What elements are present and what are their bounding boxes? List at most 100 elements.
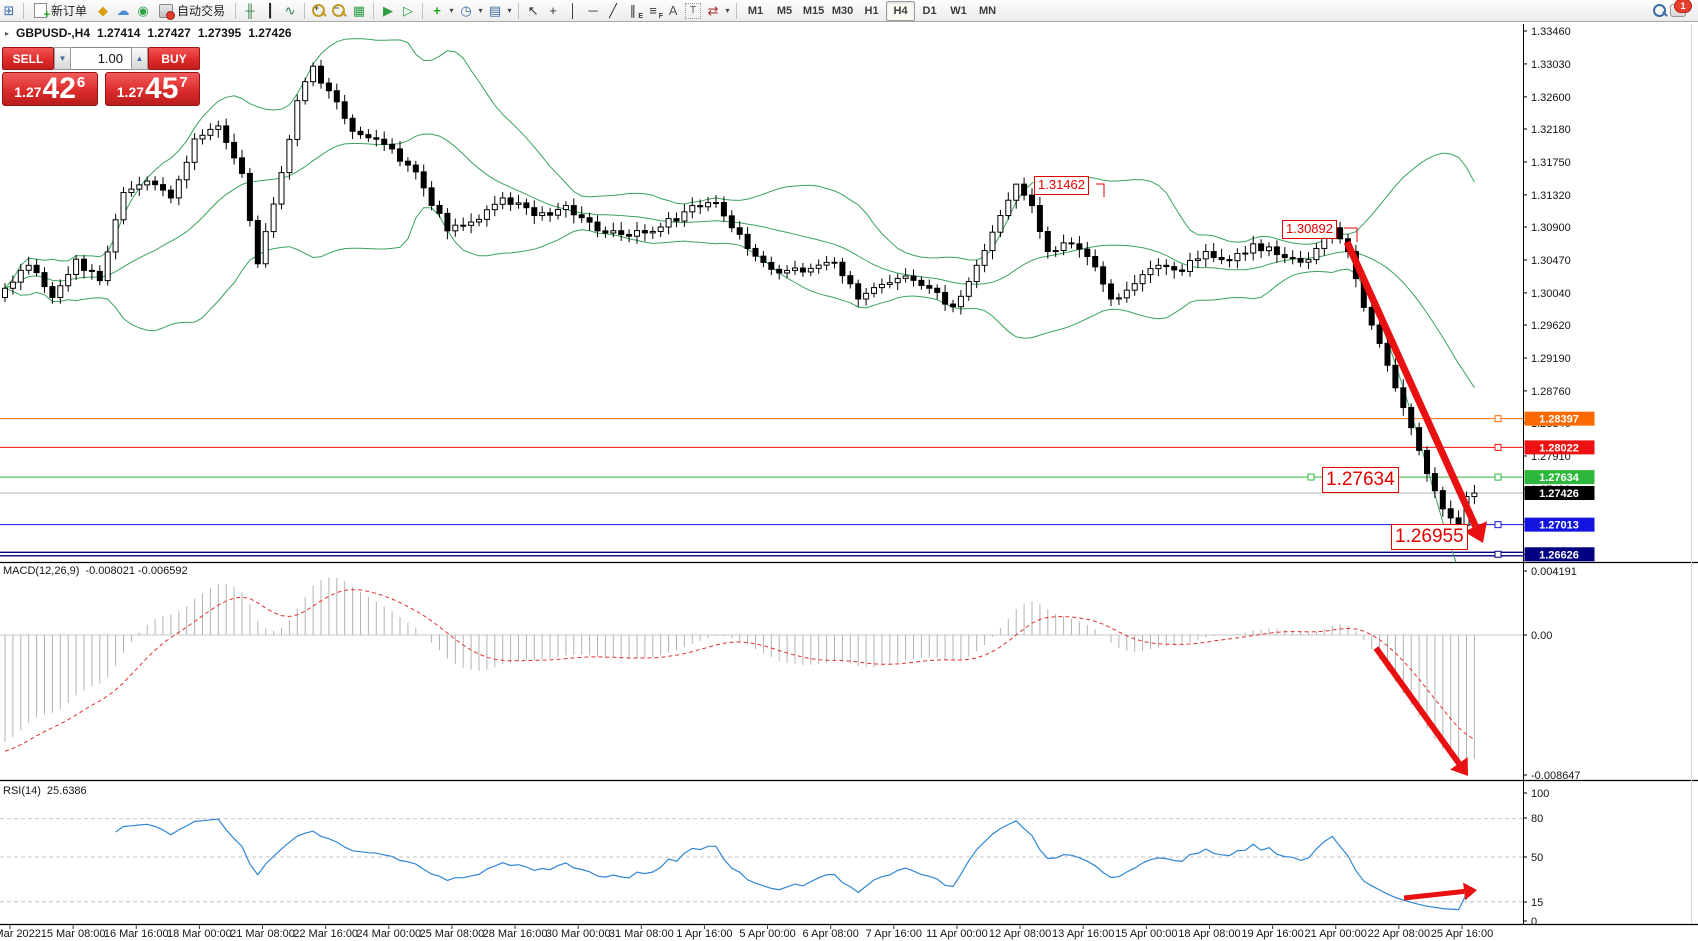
- equidistant-channel-icon[interactable]: ∥E: [623, 1, 643, 20]
- candle-chart-icon[interactable]: ┃: [260, 1, 280, 20]
- buy-price-prefix: 1.27: [117, 84, 144, 100]
- svg-text:19 Apr 16:00: 19 Apr 16:00: [1241, 928, 1303, 940]
- rsi-name: RSI(14): [3, 785, 41, 797]
- fibonacci-icon[interactable]: ≡F: [643, 1, 663, 20]
- timeframe-m30[interactable]: M30: [828, 1, 857, 21]
- vertical-line-icon[interactable]: │: [563, 1, 583, 20]
- dropdown-caret-icon[interactable]: ▾: [476, 6, 485, 15]
- toolbar-separator: [422, 3, 423, 19]
- sell-price-big: 42: [43, 75, 76, 102]
- new-order-button[interactable]: +新订单: [28, 1, 93, 20]
- price-tag: 1.27634: [1525, 470, 1595, 484]
- rsi-trend-arrow[interactable]: [1404, 883, 1477, 901]
- dropdown-caret-icon[interactable]: ▾: [723, 6, 732, 15]
- trendline-icon[interactable]: ╱: [603, 1, 623, 20]
- zoom-in-icon[interactable]: +: [309, 1, 329, 20]
- autoscroll-icon[interactable]: ▶: [378, 1, 398, 20]
- autotrade-button[interactable]: 自动交易: [153, 1, 231, 20]
- sell-button[interactable]: SELL: [2, 47, 54, 70]
- hline-handle[interactable]: [1495, 444, 1501, 450]
- timeframe-m5[interactable]: M5: [770, 1, 799, 21]
- notifications-icon[interactable]: 1: [1670, 1, 1696, 20]
- gold-icon[interactable]: ◆: [93, 1, 113, 20]
- macd-trend-arrow[interactable]: [1376, 648, 1468, 776]
- timeframe-m15[interactable]: M15: [799, 1, 828, 21]
- price-tag: 1.27426: [1525, 486, 1595, 500]
- timeframe-m1[interactable]: M1: [741, 1, 770, 21]
- toolbar-separator: [304, 3, 305, 19]
- timeframe-w1[interactable]: W1: [944, 1, 973, 21]
- svg-text:0.004191: 0.004191: [1531, 566, 1577, 578]
- dropdown-caret-icon[interactable]: ▾: [505, 6, 514, 15]
- text-icon[interactable]: A: [663, 1, 683, 20]
- svg-text:0: 0: [1531, 916, 1537, 928]
- buy-price-button[interactable]: 1.27 45 7: [105, 72, 201, 106]
- svg-text:1.29620: 1.29620: [1531, 320, 1571, 332]
- search-icon[interactable]: [1650, 1, 1670, 20]
- buy-button[interactable]: BUY: [148, 47, 200, 70]
- svg-text:30 Mar 00:00: 30 Mar 00:00: [546, 928, 611, 940]
- horizontal-lines: [0, 419, 1523, 556]
- timeframe-mn[interactable]: MN: [973, 1, 1002, 21]
- hline-handle[interactable]: [1308, 474, 1314, 480]
- svg-text:1.33460: 1.33460: [1531, 26, 1571, 38]
- tile-windows-icon[interactable]: ▦: [349, 1, 369, 20]
- hline-handle[interactable]: [1495, 551, 1501, 557]
- dropdown-caret-icon[interactable]: ▾: [447, 6, 456, 15]
- chart-shift-icon[interactable]: ▷: [398, 1, 418, 20]
- text-label-icon[interactable]: T: [683, 1, 703, 20]
- price-tag: 1.27013: [1525, 518, 1595, 532]
- rsi-axis: 1008050150: [1523, 788, 1549, 928]
- one-click-trading-panel: SELL ▼ 1.00 ▲ BUY 1.27 42 6 1.27 45 7: [2, 47, 200, 106]
- line-chart-icon[interactable]: ∿: [280, 1, 300, 20]
- hline-handle[interactable]: [1495, 416, 1501, 422]
- svg-text:6 Apr 08:00: 6 Apr 08:00: [803, 928, 859, 940]
- sell-price-prefix: 1.27: [14, 84, 41, 100]
- price-annotation[interactable]: 1.27634: [1322, 467, 1399, 493]
- svg-text:14 Mar 2022: 14 Mar 2022: [0, 928, 41, 940]
- macd-name: MACD(12,26,9): [3, 565, 79, 577]
- volume-input[interactable]: 1.00: [71, 47, 131, 70]
- periods-icon[interactable]: ◷: [456, 1, 476, 20]
- timeframe-h4[interactable]: H4: [886, 1, 915, 21]
- crosshair-icon[interactable]: +: [543, 1, 563, 20]
- svg-text:12 Apr 08:00: 12 Apr 08:00: [989, 928, 1051, 940]
- svg-text:11 Apr 00:00: 11 Apr 00:00: [926, 928, 988, 940]
- templates-icon[interactable]: ▤: [485, 1, 505, 20]
- main-trend-arrow[interactable]: [1347, 242, 1487, 543]
- timeframe-d1[interactable]: D1: [915, 1, 944, 21]
- volume-decrease-button[interactable]: ▼: [54, 47, 71, 70]
- timeframe-h1[interactable]: H1: [857, 1, 886, 21]
- horizontal-line-icon[interactable]: ─: [583, 1, 603, 20]
- svg-text:1.30040: 1.30040: [1531, 288, 1571, 300]
- cursor-icon[interactable]: ↖: [523, 1, 543, 20]
- zoom-out-icon[interactable]: −: [329, 1, 349, 20]
- price-annotation[interactable]: 1.31462: [1034, 176, 1089, 195]
- candles: [3, 60, 1477, 534]
- svg-text:25 Apr 16:00: 25 Apr 16:00: [1431, 928, 1493, 940]
- indicators-icon[interactable]: +: [427, 1, 447, 20]
- volume-increase-button[interactable]: ▲: [131, 47, 148, 70]
- sell-price-pip: 6: [77, 74, 85, 91]
- arrows-shapes-icon[interactable]: ⇄: [703, 1, 723, 20]
- symbol-ohlc-readout: ▸ GBPUSD-,H4 1.27414 1.27427 1.27395 1.2…: [5, 26, 292, 40]
- signals-icon[interactable]: ◉: [133, 1, 153, 20]
- bar-chart-icon[interactable]: ╫: [240, 1, 260, 20]
- symbol-name: GBPUSD-,H4: [16, 26, 90, 40]
- svg-text:15 Apr 00:00: 15 Apr 00:00: [1115, 928, 1177, 940]
- hline-handle[interactable]: [1495, 522, 1501, 528]
- toolbar-separator: [518, 3, 519, 19]
- ohlc-close: 1.27426: [248, 26, 291, 40]
- price-annotation[interactable]: 1.26955: [1391, 524, 1468, 550]
- svg-text:28 Mar 16:00: 28 Mar 16:00: [483, 928, 548, 940]
- hline-handle[interactable]: [1495, 474, 1501, 480]
- one-click-prices: 1.27 42 6 1.27 45 7: [2, 72, 200, 106]
- new-chart-icon[interactable]: ⊞: [0, 1, 19, 20]
- macd-values: -0.008021 -0.006592: [85, 565, 187, 577]
- ohlc-high: 1.27427: [147, 26, 190, 40]
- svg-text:80: 80: [1531, 813, 1543, 825]
- new-order-label: 新订单: [51, 2, 87, 19]
- sell-price-button[interactable]: 1.27 42 6: [2, 72, 98, 106]
- price-annotation[interactable]: 1.30892: [1282, 220, 1337, 239]
- community-icon[interactable]: ☁: [113, 1, 133, 20]
